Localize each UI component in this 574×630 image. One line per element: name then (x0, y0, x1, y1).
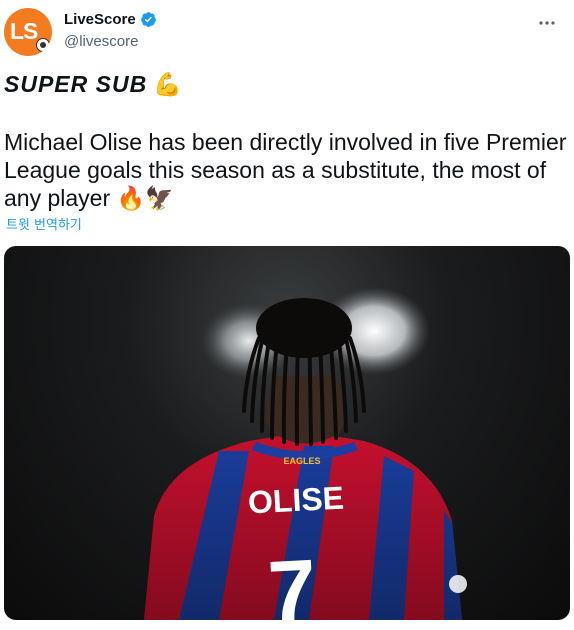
verified-badge-icon (140, 12, 156, 27)
headline-text: SUPER SUB (4, 71, 148, 97)
tweet-body: Michael Olise has been directly involved… (4, 129, 567, 211)
football-icon (36, 38, 50, 52)
author-display-name[interactable]: LiveScore (64, 11, 136, 28)
tweet-header: LS LiveScore @livescore (0, 0, 574, 62)
tweet-media-photo[interactable]: EAGLES OLISE 7 (4, 246, 570, 620)
more-horizontal-icon[interactable] (536, 12, 558, 34)
jersey-name-text: OLISE (247, 480, 345, 521)
translate-tweet-link[interactable]: 트윗 번역하기 (6, 214, 82, 233)
player-head-top (256, 298, 352, 358)
more-dots-icon (539, 21, 555, 25)
avatar[interactable]: LS (4, 8, 52, 56)
flexed-biceps-emoji: 💪 (153, 72, 183, 98)
author-handle[interactable]: @livescore (64, 33, 138, 50)
avatar-logo-text: LS (10, 18, 38, 44)
jersey-number-text: 7 (266, 542, 319, 620)
author-name-row: LiveScore (64, 11, 157, 28)
tweet-headline: SUPER SUB 💪 (4, 71, 183, 98)
player-photo: EAGLES OLISE 7 (144, 287, 467, 620)
jersey-sponsor-text: EAGLES (283, 456, 320, 466)
league-sleeve-badge (449, 575, 467, 593)
